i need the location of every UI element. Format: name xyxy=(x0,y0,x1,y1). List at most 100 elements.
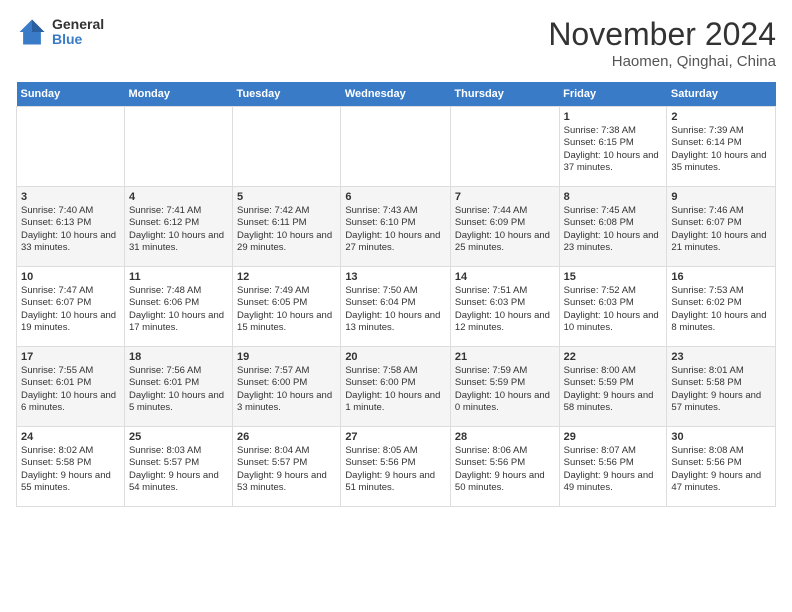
calendar-cell: 1 Sunrise: 7:38 AM Sunset: 6:15 PM Dayli… xyxy=(559,107,667,187)
column-header-monday: Monday xyxy=(124,82,232,107)
sunrise-time: Sunrise: 7:57 AM xyxy=(237,365,309,376)
sunset-time: Sunset: 6:14 PM xyxy=(671,137,741,148)
daylight-hours: Daylight: 9 hours and 51 minutes. xyxy=(345,470,435,493)
day-info: Sunrise: 7:50 AM Sunset: 6:04 PM Dayligh… xyxy=(345,285,446,334)
sunset-time: Sunset: 6:07 PM xyxy=(21,297,91,308)
daylight-hours: Daylight: 10 hours and 33 minutes. xyxy=(21,230,116,253)
sunrise-time: Sunrise: 7:53 AM xyxy=(671,285,743,296)
sunrise-time: Sunrise: 7:46 AM xyxy=(671,205,743,216)
sunrise-time: Sunrise: 7:40 AM xyxy=(21,205,93,216)
sunset-time: Sunset: 6:05 PM xyxy=(237,297,307,308)
day-number: 29 xyxy=(564,431,663,443)
sunset-time: Sunset: 6:02 PM xyxy=(671,297,741,308)
day-info: Sunrise: 7:49 AM Sunset: 6:05 PM Dayligh… xyxy=(237,285,336,334)
day-number: 14 xyxy=(455,271,555,283)
sunrise-time: Sunrise: 7:58 AM xyxy=(345,365,417,376)
day-info: Sunrise: 7:59 AM Sunset: 5:59 PM Dayligh… xyxy=(455,365,555,414)
sunset-time: Sunset: 6:07 PM xyxy=(671,217,741,228)
sunset-time: Sunset: 6:08 PM xyxy=(564,217,634,228)
calendar-week-row: 1 Sunrise: 7:38 AM Sunset: 6:15 PM Dayli… xyxy=(17,107,776,187)
sunset-time: Sunset: 6:01 PM xyxy=(129,377,199,388)
day-number: 3 xyxy=(21,191,120,203)
day-number: 25 xyxy=(129,431,228,443)
sunrise-time: Sunrise: 7:49 AM xyxy=(237,285,309,296)
calendar-cell: 20 Sunrise: 7:58 AM Sunset: 6:00 PM Dayl… xyxy=(341,347,451,427)
sunrise-time: Sunrise: 7:52 AM xyxy=(564,285,636,296)
logo-general: General xyxy=(52,17,104,32)
sunrise-time: Sunrise: 7:48 AM xyxy=(129,285,201,296)
sunrise-time: Sunrise: 7:43 AM xyxy=(345,205,417,216)
sunrise-time: Sunrise: 7:39 AM xyxy=(671,125,743,136)
calendar-cell: 3 Sunrise: 7:40 AM Sunset: 6:13 PM Dayli… xyxy=(17,187,125,267)
sunrise-time: Sunrise: 7:51 AM xyxy=(455,285,527,296)
daylight-hours: Daylight: 10 hours and 29 minutes. xyxy=(237,230,332,253)
daylight-hours: Daylight: 10 hours and 23 minutes. xyxy=(564,230,659,253)
sunset-time: Sunset: 6:10 PM xyxy=(345,217,415,228)
day-number: 6 xyxy=(345,191,446,203)
sunset-time: Sunset: 6:06 PM xyxy=(129,297,199,308)
sunrise-time: Sunrise: 8:05 AM xyxy=(345,445,417,456)
day-info: Sunrise: 8:08 AM Sunset: 5:56 PM Dayligh… xyxy=(671,445,771,494)
sunrise-time: Sunrise: 8:02 AM xyxy=(21,445,93,456)
day-number: 18 xyxy=(129,351,228,363)
day-info: Sunrise: 7:51 AM Sunset: 6:03 PM Dayligh… xyxy=(455,285,555,334)
daylight-hours: Daylight: 10 hours and 10 minutes. xyxy=(564,310,659,333)
sunset-time: Sunset: 5:58 PM xyxy=(21,457,91,468)
column-header-friday: Friday xyxy=(559,82,667,107)
day-info: Sunrise: 7:43 AM Sunset: 6:10 PM Dayligh… xyxy=(345,205,446,254)
day-info: Sunrise: 7:58 AM Sunset: 6:00 PM Dayligh… xyxy=(345,365,446,414)
logo-blue: Blue xyxy=(52,32,104,47)
day-info: Sunrise: 8:01 AM Sunset: 5:58 PM Dayligh… xyxy=(671,365,771,414)
day-number: 12 xyxy=(237,271,336,283)
day-number: 24 xyxy=(21,431,120,443)
calendar-cell: 30 Sunrise: 8:08 AM Sunset: 5:56 PM Dayl… xyxy=(667,427,776,507)
sunset-time: Sunset: 5:57 PM xyxy=(237,457,307,468)
calendar-cell: 23 Sunrise: 8:01 AM Sunset: 5:58 PM Dayl… xyxy=(667,347,776,427)
daylight-hours: Daylight: 10 hours and 15 minutes. xyxy=(237,310,332,333)
calendar-cell xyxy=(233,107,341,187)
calendar-cell: 29 Sunrise: 8:07 AM Sunset: 5:56 PM Dayl… xyxy=(559,427,667,507)
sunset-time: Sunset: 6:01 PM xyxy=(21,377,91,388)
day-number: 7 xyxy=(455,191,555,203)
day-info: Sunrise: 7:47 AM Sunset: 6:07 PM Dayligh… xyxy=(21,285,120,334)
sunrise-time: Sunrise: 7:59 AM xyxy=(455,365,527,376)
title-block: November 2024 Haomen, Qinghai, China xyxy=(548,16,776,70)
day-number: 19 xyxy=(237,351,336,363)
day-info: Sunrise: 7:56 AM Sunset: 6:01 PM Dayligh… xyxy=(129,365,228,414)
calendar-cell: 14 Sunrise: 7:51 AM Sunset: 6:03 PM Dayl… xyxy=(450,267,559,347)
sunrise-time: Sunrise: 7:38 AM xyxy=(564,125,636,136)
sunset-time: Sunset: 5:59 PM xyxy=(455,377,525,388)
logo-icon xyxy=(16,16,48,48)
sunset-time: Sunset: 5:58 PM xyxy=(671,377,741,388)
sunrise-time: Sunrise: 7:56 AM xyxy=(129,365,201,376)
daylight-hours: Daylight: 10 hours and 35 minutes. xyxy=(671,150,766,173)
sunset-time: Sunset: 5:56 PM xyxy=(564,457,634,468)
calendar-cell: 5 Sunrise: 7:42 AM Sunset: 6:11 PM Dayli… xyxy=(233,187,341,267)
calendar-cell: 28 Sunrise: 8:06 AM Sunset: 5:56 PM Dayl… xyxy=(450,427,559,507)
day-number: 11 xyxy=(129,271,228,283)
calendar-cell: 8 Sunrise: 7:45 AM Sunset: 6:08 PM Dayli… xyxy=(559,187,667,267)
calendar-cell: 10 Sunrise: 7:47 AM Sunset: 6:07 PM Dayl… xyxy=(17,267,125,347)
calendar-table: SundayMondayTuesdayWednesdayThursdayFrid… xyxy=(16,82,776,507)
calendar-cell: 21 Sunrise: 7:59 AM Sunset: 5:59 PM Dayl… xyxy=(450,347,559,427)
day-info: Sunrise: 8:06 AM Sunset: 5:56 PM Dayligh… xyxy=(455,445,555,494)
daylight-hours: Daylight: 9 hours and 53 minutes. xyxy=(237,470,327,493)
calendar-cell: 26 Sunrise: 8:04 AM Sunset: 5:57 PM Dayl… xyxy=(233,427,341,507)
day-number: 28 xyxy=(455,431,555,443)
day-info: Sunrise: 7:52 AM Sunset: 6:03 PM Dayligh… xyxy=(564,285,663,334)
daylight-hours: Daylight: 10 hours and 5 minutes. xyxy=(129,390,224,413)
daylight-hours: Daylight: 10 hours and 0 minutes. xyxy=(455,390,550,413)
day-info: Sunrise: 7:42 AM Sunset: 6:11 PM Dayligh… xyxy=(237,205,336,254)
calendar-cell xyxy=(341,107,451,187)
day-number: 26 xyxy=(237,431,336,443)
sunrise-time: Sunrise: 8:01 AM xyxy=(671,365,743,376)
day-info: Sunrise: 7:44 AM Sunset: 6:09 PM Dayligh… xyxy=(455,205,555,254)
calendar-cell: 24 Sunrise: 8:02 AM Sunset: 5:58 PM Dayl… xyxy=(17,427,125,507)
calendar-week-row: 17 Sunrise: 7:55 AM Sunset: 6:01 PM Dayl… xyxy=(17,347,776,427)
daylight-hours: Daylight: 9 hours and 57 minutes. xyxy=(671,390,761,413)
calendar-cell: 27 Sunrise: 8:05 AM Sunset: 5:56 PM Dayl… xyxy=(341,427,451,507)
daylight-hours: Daylight: 10 hours and 6 minutes. xyxy=(21,390,116,413)
daylight-hours: Daylight: 9 hours and 55 minutes. xyxy=(21,470,111,493)
sunset-time: Sunset: 6:12 PM xyxy=(129,217,199,228)
day-info: Sunrise: 8:07 AM Sunset: 5:56 PM Dayligh… xyxy=(564,445,663,494)
